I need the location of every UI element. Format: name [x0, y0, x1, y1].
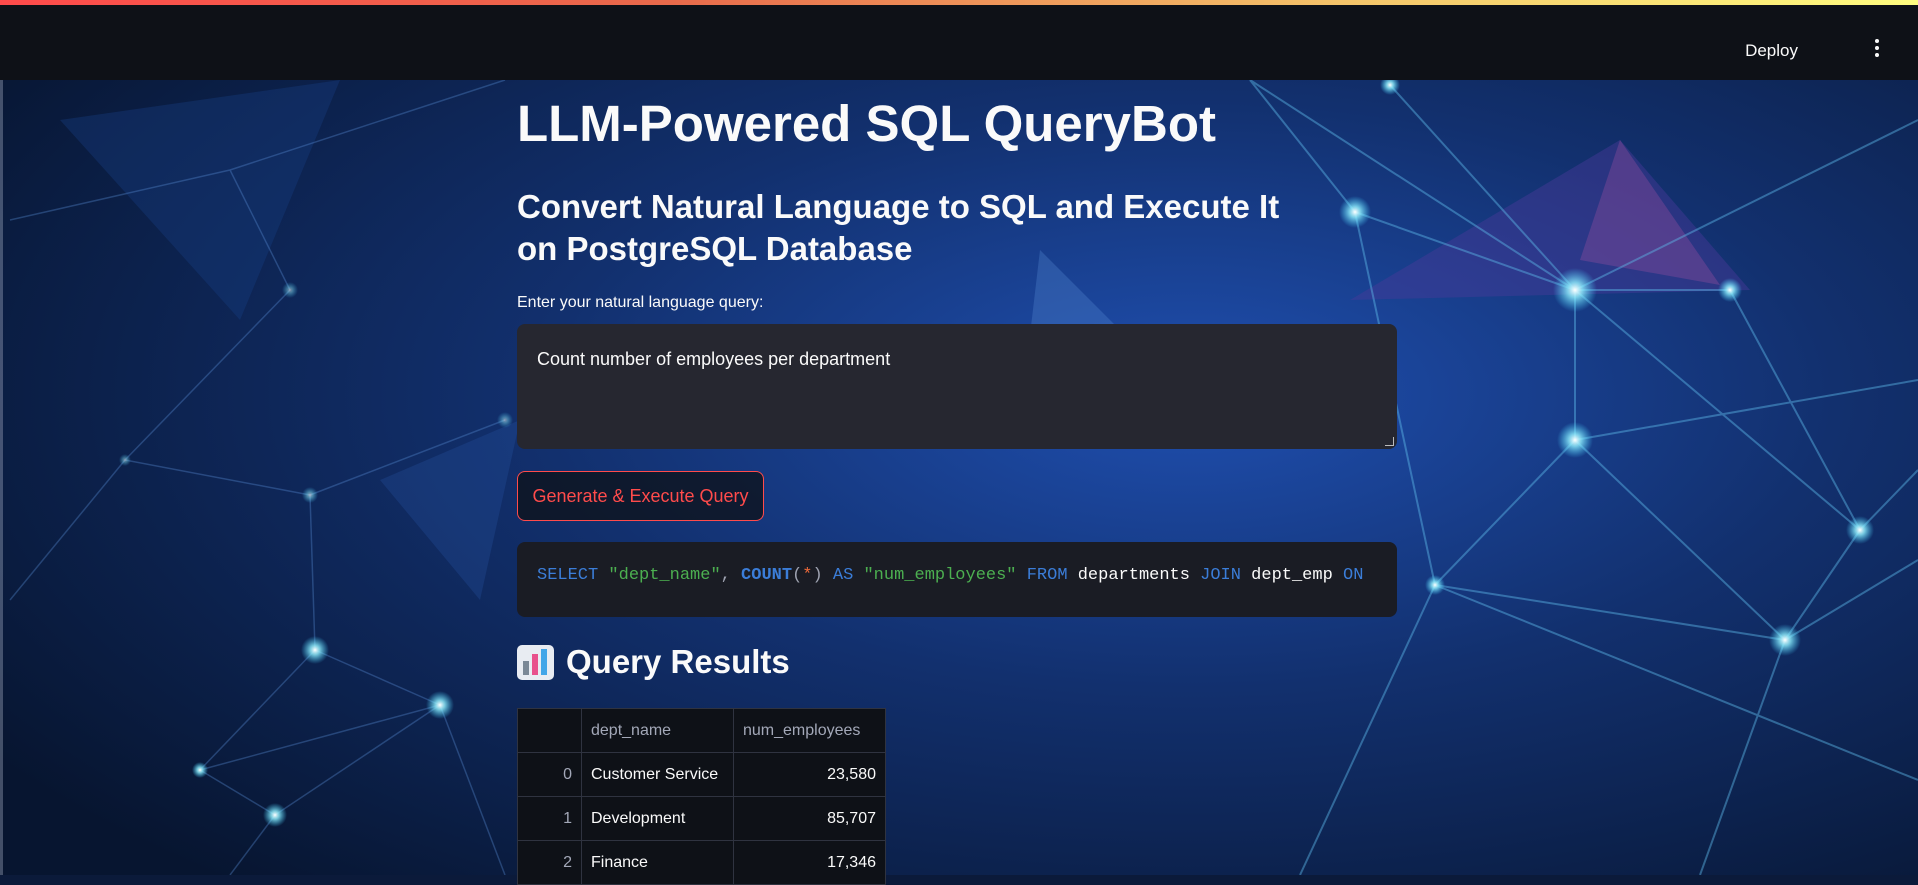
query-textarea[interactable]: Count number of employees per department — [517, 324, 1397, 449]
sql-code-block: SELECT "dept_name", COUNT(*) AS "num_emp… — [517, 542, 1397, 617]
cell-dept-name[interactable]: Customer Service — [581, 752, 734, 797]
generate-execute-button[interactable]: Generate & Execute Query — [517, 471, 764, 521]
cell-num-employees[interactable]: 85,707 — [733, 796, 886, 841]
sql-token: ) — [812, 566, 823, 585]
page-title: LLM-Powered SQL QueryBot — [517, 95, 1216, 152]
vertical-ellipsis-icon[interactable] — [1872, 37, 1882, 61]
column-header-dept-name[interactable]: dept_name — [581, 708, 734, 753]
sql-token: departments — [1067, 566, 1201, 585]
sql-token: JOIN — [1200, 566, 1241, 585]
query-input-label: Enter your natural language query: — [517, 294, 764, 311]
query-text: Count number of employees per department — [537, 349, 891, 369]
cell-num-employees[interactable]: 17,346 — [733, 840, 886, 885]
row-index: 1 — [517, 796, 582, 841]
results-heading-row: Query Results — [517, 643, 790, 681]
sql-token: , — [720, 566, 731, 585]
sql-token: ( — [792, 566, 803, 585]
index-header — [517, 708, 582, 753]
sql-token: * — [802, 566, 813, 585]
table-header-row: dept_name num_employees — [517, 708, 886, 753]
column-header-num-employees[interactable]: num_employees — [733, 708, 886, 753]
bar-chart-icon — [517, 644, 554, 680]
sql-token: dept_emp — [1240, 566, 1343, 585]
sql-token: "num_employees" — [863, 566, 1017, 585]
sql-token: SELECT — [537, 566, 599, 585]
deploy-button[interactable]: Deploy — [1745, 41, 1798, 61]
results-heading: Query Results — [566, 643, 790, 680]
table-row: 1 Development 85,707 — [517, 796, 886, 841]
sql-token: COUNT — [741, 566, 793, 585]
results-table[interactable]: dept_name num_employees 0 Customer Servi… — [517, 708, 886, 885]
row-index: 0 — [517, 752, 582, 797]
page-subtitle: Convert Natural Language to SQL and Exec… — [517, 188, 1280, 267]
cell-dept-name[interactable]: Development — [581, 796, 734, 841]
table-row: 2 Finance 17,346 — [517, 840, 886, 885]
left-edge-divider — [0, 80, 3, 875]
table-row: 0 Customer Service 23,580 — [517, 752, 886, 797]
row-index: 2 — [517, 840, 582, 885]
sql-token: AS — [832, 566, 854, 585]
sql-token: ON — [1343, 566, 1364, 585]
sql-token: FROM — [1026, 566, 1068, 585]
app-header: Deploy — [0, 5, 1918, 80]
cell-dept-name[interactable]: Finance — [581, 840, 734, 885]
resize-handle-icon[interactable] — [1385, 437, 1394, 446]
sql-token: "dept_name" — [608, 566, 721, 585]
cell-num-employees[interactable]: 23,580 — [733, 752, 886, 797]
